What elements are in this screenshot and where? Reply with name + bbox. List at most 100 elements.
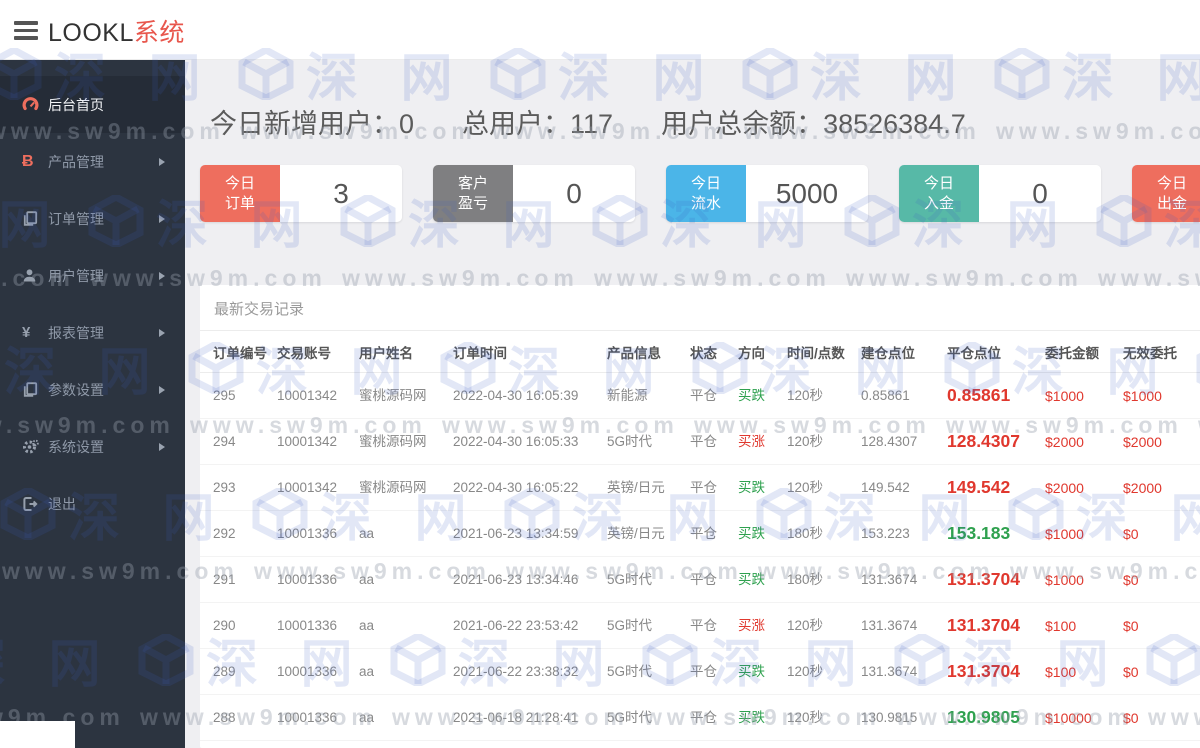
direction-cell: 买跌 xyxy=(734,557,783,603)
stat-item-1: 总用户：117 xyxy=(462,102,613,141)
hamburger-menu-icon[interactable] xyxy=(14,21,38,44)
close-cell: 128.4307 xyxy=(943,419,1041,465)
name-cell: aa xyxy=(355,603,449,649)
table-row: 29410001342蜜桃源码网2022-04-30 16:05:335G时代平… xyxy=(200,419,1200,465)
close-cell: 153.183 xyxy=(943,511,1041,557)
stat-card-customer-pl: 客户盈亏0 xyxy=(433,165,635,222)
trades-table: 订单编号交易账号用户姓名订单时间产品信息状态方向时间/点数建仓点位平仓点位委托金… xyxy=(200,331,1200,748)
column-header-invalid: 无效委托 xyxy=(1119,331,1200,373)
column-header-name: 用户姓名 xyxy=(355,331,449,373)
stat-label: 用户总余额： xyxy=(661,109,823,139)
account-cell: 10001342 xyxy=(273,373,355,419)
gear-icon xyxy=(22,439,48,455)
column-header-account: 交易账号 xyxy=(273,331,355,373)
time-cell: 2021-06-23 13:34:59 xyxy=(449,511,603,557)
invalid-cell: $0 xyxy=(1119,741,1200,748)
table-row: 29210001336aa2021-06-23 13:34:59英镑/日元平仓买… xyxy=(200,511,1200,557)
brand-suffix: 系统 xyxy=(134,19,185,47)
invalid-cell: $1000 xyxy=(1119,373,1200,419)
panel-title: 最新交易记录 xyxy=(200,285,1200,331)
amount-cell: $10000 xyxy=(1041,741,1119,748)
account-cell: 10001336 xyxy=(273,741,355,748)
product-cell: 英镑/日元 xyxy=(603,465,686,511)
amount-cell: $100 xyxy=(1041,603,1119,649)
sidebar-item-label: 订单管理 xyxy=(48,209,104,229)
stat-card-today-turnover: 今日流水5000 xyxy=(666,165,868,222)
sidebar-item-label: 参数设置 xyxy=(48,380,104,400)
status-cell: 平仓 xyxy=(686,741,734,748)
amount-cell: $2000 xyxy=(1041,465,1119,511)
close-cell: 131.3704 xyxy=(943,649,1041,695)
sidebar-item-home[interactable]: 后台首页 xyxy=(0,76,185,133)
stat-card-today-orders: 今日订单3 xyxy=(200,165,402,222)
sidebar-item-orders[interactable]: 订单管理 xyxy=(0,190,185,247)
table-row: 29310001342蜜桃源码网2022-04-30 16:05:22英镑/日元… xyxy=(200,465,1200,511)
direction-cell: 买涨 xyxy=(734,603,783,649)
open-cell: 153.223 xyxy=(857,511,943,557)
sidebar-item-products[interactable]: Ƀ产品管理 xyxy=(0,133,185,190)
duration-cell: 180秒 xyxy=(783,511,857,557)
table-header-row: 订单编号交易账号用户姓名订单时间产品信息状态方向时间/点数建仓点位平仓点位委托金… xyxy=(200,331,1200,373)
name-cell: aa xyxy=(355,557,449,603)
logout-icon xyxy=(22,496,48,512)
sidebar-item-label: 用户管理 xyxy=(48,266,104,286)
card-label: 今日订单 xyxy=(200,165,280,222)
close-cell: 131.3704 xyxy=(943,557,1041,603)
sidebar-item-logout[interactable]: 退出 xyxy=(0,475,185,532)
chevron-right-icon xyxy=(159,329,165,337)
sidebar-item-label: 后台首页 xyxy=(48,95,104,115)
invalid-cell: $2000 xyxy=(1119,465,1200,511)
product-cell: 5G时代 xyxy=(603,603,686,649)
sidebar-item-reports[interactable]: ¥报表管理 xyxy=(0,304,185,361)
account-cell: 10001336 xyxy=(273,695,355,741)
direction-cell: 买涨 xyxy=(734,419,783,465)
amount-cell: $1000 xyxy=(1041,557,1119,603)
user-icon xyxy=(22,268,48,283)
table-row: 28810001336aa2021-06-18 21:28:415G时代平仓买跌… xyxy=(200,695,1200,741)
orders-icon xyxy=(22,211,48,227)
column-header-duration: 时间/点数 xyxy=(783,331,857,373)
stat-value: 38526384.7 xyxy=(823,109,966,139)
open-cell: 130.9643 xyxy=(857,741,943,748)
name-cell: 蜜桃源码网 xyxy=(355,419,449,465)
sidebar-item-system[interactable]: 系统设置 xyxy=(0,418,185,475)
stat-card-today-deposit: 今日入金0 xyxy=(899,165,1101,222)
direction-cell: 买跌 xyxy=(734,695,783,741)
duration-cell: 120秒 xyxy=(783,603,857,649)
stat-label: 今日新增用户： xyxy=(210,109,399,139)
open-cell: 149.542 xyxy=(857,465,943,511)
card-value: 0 xyxy=(979,165,1101,222)
status-cell: 平仓 xyxy=(686,557,734,603)
column-header-id: 订单编号 xyxy=(200,331,273,373)
amount-cell: $10000 xyxy=(1041,695,1119,741)
main-content: 今日新增用户：0总用户：117用户总余额：38526384.7 今日订单3客户盈… xyxy=(185,60,1200,748)
open-cell: 131.3674 xyxy=(857,557,943,603)
time-cell: 2022-04-30 16:05:39 xyxy=(449,373,603,419)
direction-cell: 买跌 xyxy=(734,511,783,557)
column-header-direction: 方向 xyxy=(734,331,783,373)
product-cell: 5G时代 xyxy=(603,649,686,695)
account-cell: 10001336 xyxy=(273,649,355,695)
chevron-right-icon xyxy=(159,158,165,166)
open-cell: 131.3674 xyxy=(857,603,943,649)
time-cell: 2021-06-22 23:38:32 xyxy=(449,649,603,695)
column-header-time: 订单时间 xyxy=(449,331,603,373)
status-cell: 平仓 xyxy=(686,649,734,695)
yen-icon: ¥ xyxy=(22,325,48,340)
invalid-cell: $0 xyxy=(1119,511,1200,557)
status-cell: 平仓 xyxy=(686,511,734,557)
name-cell: aa xyxy=(355,511,449,557)
id-cell: 292 xyxy=(200,511,273,557)
close-cell: 131.3704 xyxy=(943,603,1041,649)
bitcoin-icon: Ƀ xyxy=(22,154,48,170)
sidebar-item-users[interactable]: 用户管理 xyxy=(0,247,185,304)
chevron-right-icon xyxy=(159,443,165,451)
card-label: 今日入金 xyxy=(899,165,979,222)
direction-cell: 买跌 xyxy=(734,741,783,748)
card-label: 客户盈亏 xyxy=(433,165,513,222)
name-cell: aa xyxy=(355,695,449,741)
stat-value: 0 xyxy=(399,109,414,139)
open-cell: 0.85861 xyxy=(857,373,943,419)
sidebar-item-params[interactable]: 参数设置 xyxy=(0,361,185,418)
card-value: 5000 xyxy=(746,165,868,222)
